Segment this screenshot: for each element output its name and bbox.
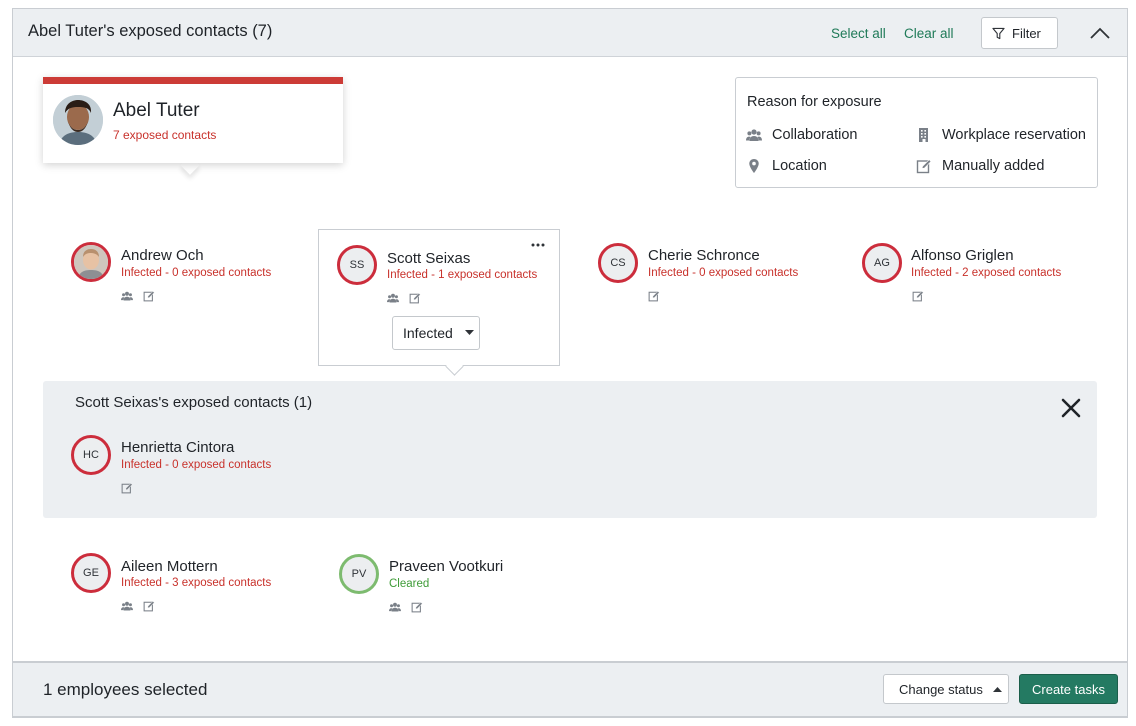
filter-icon <box>992 27 1005 39</box>
legend-collaboration: Collaboration <box>746 127 857 143</box>
avatar-initials: HC <box>83 449 99 461</box>
collaboration-icon <box>746 127 762 143</box>
panel-title: Abel Tuter's exposed contacts (7) <box>28 22 273 40</box>
contact-reason-icons <box>648 290 660 302</box>
filter-button[interactable]: Filter <box>981 17 1058 49</box>
contact-name: Scott Seixas <box>387 250 471 267</box>
contact-avatar: SS <box>337 245 377 285</box>
legend-location: Location <box>746 158 827 174</box>
contact-reason-icons <box>912 290 924 302</box>
legend-label: Workplace reservation <box>942 127 1086 143</box>
root-person-card[interactable]: Abel Tuter 7 exposed contacts <box>43 77 343 163</box>
contact-avatar: GE <box>71 553 111 593</box>
caret-up-icon <box>992 687 1002 692</box>
close-icon[interactable] <box>1060 397 1082 419</box>
root-exposed-count: 7 exposed contacts <box>113 128 217 142</box>
location-pin-icon <box>746 158 762 174</box>
contact-reason-icons <box>387 292 421 304</box>
legend-workplace-reservation: Workplace reservation <box>916 127 1086 143</box>
legend-label: Location <box>772 158 827 174</box>
contact-status: Infected - 1 exposed contacts <box>387 269 538 281</box>
contact-avatar: CS <box>598 243 638 283</box>
avatar-initials: PV <box>351 568 367 580</box>
collapse-chevron-up-icon[interactable] <box>1089 23 1111 43</box>
collaboration-icon <box>389 601 401 613</box>
legend-manually-added: Manually added <box>916 158 1044 174</box>
more-options-icon[interactable] <box>528 238 548 252</box>
contact-status: Infected - 0 exposed contacts <box>648 267 799 279</box>
person-photo-icon <box>53 95 103 145</box>
person-photo-icon <box>74 245 108 279</box>
panel-header: Abel Tuter's exposed contacts (7) Select… <box>13 9 1127 57</box>
edit-icon <box>409 292 421 304</box>
edit-icon <box>143 600 155 612</box>
exposure-legend: Reason for exposure Collaboration Workpl… <box>735 77 1098 188</box>
contact-reason-icons <box>121 600 155 612</box>
filter-label: Filter <box>1012 25 1041 41</box>
contact-avatar: PV <box>339 554 379 594</box>
create-tasks-button[interactable]: Create tasks <box>1019 674 1118 704</box>
contact-name: Alfonso Griglen <box>911 247 1014 264</box>
legend-label: Collaboration <box>772 127 858 143</box>
status-dropdown-value: Infected <box>403 325 453 341</box>
select-all-link[interactable]: Select all <box>831 26 886 41</box>
change-status-button[interactable]: Change status <box>883 674 1009 704</box>
contact-reason-icons <box>121 482 133 494</box>
root-card-accent-bar <box>43 77 343 84</box>
selection-footer: 1 employees selected Change status Creat… <box>12 661 1128 717</box>
contact-status: Infected - 0 exposed contacts <box>121 459 272 471</box>
selected-count-text: 1 employees selected <box>43 680 208 699</box>
collaboration-icon <box>387 292 399 304</box>
edit-icon <box>411 601 423 613</box>
contact-status: Infected - 0 exposed contacts <box>121 267 272 279</box>
building-icon <box>916 127 932 143</box>
edit-icon <box>916 158 932 174</box>
change-status-label: Change status <box>899 681 983 697</box>
legend-label: Manually added <box>942 158 1045 174</box>
contact-reason-icons <box>121 290 155 302</box>
avatar-initials: SS <box>349 259 365 271</box>
edit-icon <box>121 482 133 494</box>
status-dropdown[interactable]: Infected <box>392 316 480 350</box>
contact-name: Aileen Mottern <box>121 558 218 575</box>
contact-status: Cleared <box>389 578 430 590</box>
collaboration-icon <box>121 290 133 302</box>
contact-status: Infected - 2 exposed contacts <box>911 267 1062 279</box>
avatar-initials: AG <box>874 257 890 269</box>
avatar-initials: CS <box>610 257 626 269</box>
root-avatar <box>53 95 103 145</box>
contact-reason-icons <box>389 601 423 613</box>
contact-avatar <box>71 242 111 282</box>
edit-icon <box>143 290 155 302</box>
edit-icon <box>648 290 660 302</box>
contact-name: Praveen Vootkuri <box>389 558 504 575</box>
contact-name: Cherie Schronce <box>648 247 760 264</box>
contact-name: Henrietta Cintora <box>121 439 235 456</box>
contact-avatar: AG <box>862 243 902 283</box>
collaboration-icon <box>121 600 133 612</box>
clear-all-link[interactable]: Clear all <box>904 26 954 41</box>
contact-status: Infected - 3 exposed contacts <box>121 577 272 589</box>
contact-name: Andrew Och <box>121 247 204 264</box>
avatar-initials: GE <box>83 567 99 579</box>
legend-title: Reason for exposure <box>747 94 882 110</box>
edit-icon <box>912 290 924 302</box>
root-name: Abel Tuter <box>113 100 200 121</box>
contact-avatar: HC <box>71 435 111 475</box>
caret-down-icon <box>464 330 474 335</box>
subpanel-title: Scott Seixas's exposed contacts (1) <box>75 394 313 411</box>
